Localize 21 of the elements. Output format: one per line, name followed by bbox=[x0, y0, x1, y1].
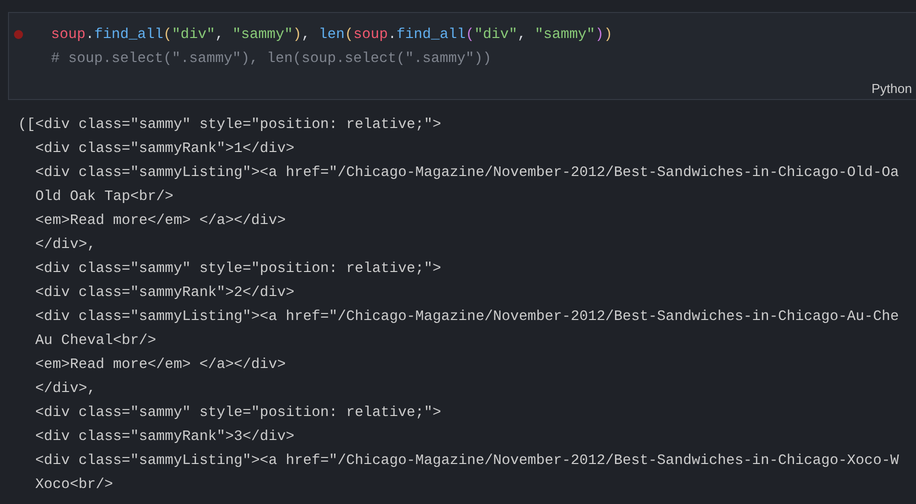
code-line: # soup.select(".sammy"), len(soup.select(".sammy")) bbox=[51, 50, 492, 69]
output-line: <div class="sammyRank">2</div> bbox=[34, 284, 294, 303]
code-line: soup.find_all("div", "sammy"), len(soup.find_all("div", "sammy")) bbox=[51, 26, 612, 45]
output-line: Old Oak Tap<br/> bbox=[34, 188, 174, 207]
output-line: <div class="sammyListing"><a href="/Chicago-Magazine/November-2012/Best-Sandwiches-in-Chicago-Au-Che bbox=[34, 308, 899, 327]
output-line: <div class="sammyListing"><a href="/Chicago-Magazine/November-2012/Best-Sandwiches-in-Chicago-Xoco-W bbox=[34, 452, 899, 471]
language-label[interactable]: Python bbox=[872, 81, 912, 96]
output-line: <div class="sammy" style="position: relative;"> bbox=[34, 260, 442, 279]
output-line: </div>, bbox=[34, 236, 96, 255]
output-line: Au Cheval<br/> bbox=[34, 332, 156, 351]
output-line: Xoco<br/> bbox=[34, 476, 113, 495]
output-line: ([<div class="sammy" style="position: relative;"> bbox=[18, 116, 442, 135]
output-line: <div class="sammy" style="position: relative;"> bbox=[34, 404, 442, 423]
output-line: <div class="sammyRank">3</div> bbox=[34, 428, 294, 447]
output-line: <em>Read more</em> </a></div> bbox=[34, 356, 286, 375]
output-line: <div class="sammyListing"><a href="/Chicago-Magazine/November-2012/Best-Sandwiches-in-Chicago-Old-Oa bbox=[34, 164, 899, 183]
code-cell[interactable]: soup.find_all("div", "sammy"), len(soup.find_all("div", "sammy")) # soup.select(".sammy"), len(soup.select(".sammy")) Python bbox=[8, 12, 916, 100]
output-line: <div class="sammyRank">1</div> bbox=[34, 140, 294, 159]
output-line: </div>, bbox=[34, 380, 96, 399]
breakpoint-icon[interactable] bbox=[14, 30, 23, 39]
output-line: <em>Read more</em> </a></div> bbox=[34, 212, 286, 231]
